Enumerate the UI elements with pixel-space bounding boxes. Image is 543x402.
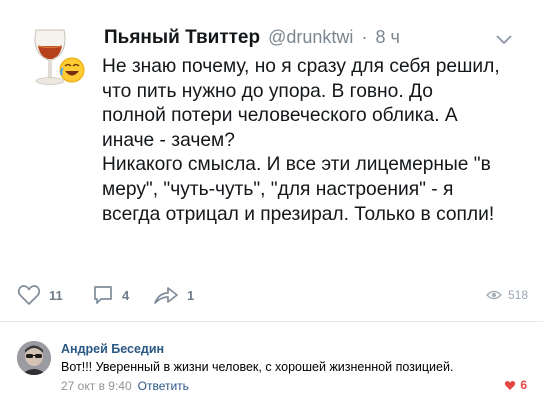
like-button[interactable]: 11 (17, 284, 63, 306)
cognac-glass-icon[interactable] (22, 24, 90, 92)
tweet-time[interactable]: 8 ч (375, 27, 399, 48)
comment-meta: 27 окт в 9:40 Ответить (61, 379, 189, 393)
tweet-author-name[interactable]: Пьяный Твиттер (104, 27, 260, 49)
tweet-paragraph-1: Не знаю почему, но я сразу для себя реши… (102, 56, 500, 151)
reply-button[interactable]: Ответить (138, 379, 189, 393)
tweet-header: Пьяный Твиттер @drunktwi · 8 ч (104, 27, 513, 53)
tweet-card: Пьяный Твиттер @drunktwi · 8 ч Не знаю п… (0, 0, 543, 270)
like-count: 11 (49, 287, 63, 303)
eye-icon (486, 290, 502, 300)
tweet-separator: · (361, 27, 368, 47)
comment-icon (94, 286, 112, 304)
heart-icon (17, 285, 41, 305)
comment-button[interactable]: 4 (92, 284, 129, 306)
comment-item: Андрей Беседин Вот!!! Уверенный в жизни … (0, 322, 543, 402)
views-count: 518 (507, 288, 528, 302)
comment-text: Вот!!! Уверенный в жизни человек, с хоро… (61, 360, 454, 374)
repost-button[interactable]: 1 (153, 284, 194, 306)
views-counter: 518 (486, 288, 528, 302)
share-arrow-icon (154, 287, 178, 304)
repost-count: 1 (187, 287, 195, 303)
tweet-paragraph-2: Никакого смысла. И все эти лицемерные "в… (102, 154, 495, 225)
comment-author[interactable]: Андрей Беседин (61, 342, 164, 356)
comment-count: 4 (122, 287, 130, 303)
tweet-body: Не знаю почему, но я сразу для себя реши… (102, 55, 527, 227)
comment-like-count: 6 (520, 378, 527, 392)
chevron-down-icon[interactable] (495, 33, 513, 45)
comment-date[interactable]: 27 окт в 9:40 (61, 379, 132, 393)
tweet-handle[interactable]: @drunktwi (268, 27, 353, 48)
post-actions-bar: 11 4 1 518 (0, 278, 543, 312)
comment-like-button[interactable]: 6 (504, 378, 527, 392)
avatar[interactable] (17, 341, 51, 375)
heart-filled-icon (505, 380, 516, 390)
laughing-emoji-icon (59, 57, 85, 83)
